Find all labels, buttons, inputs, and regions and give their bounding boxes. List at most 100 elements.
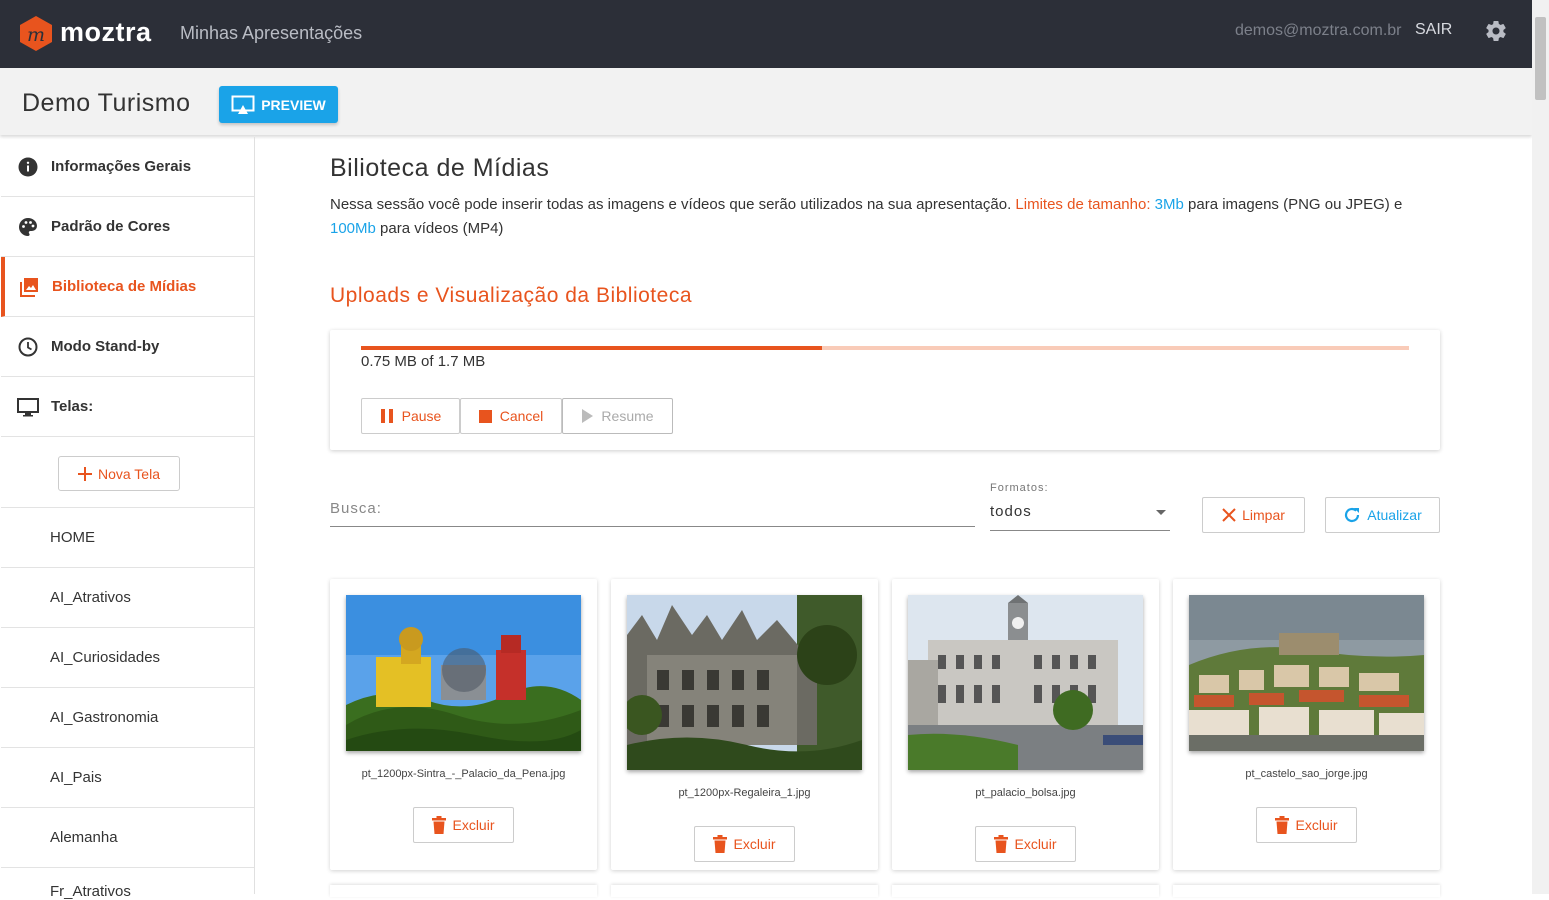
svg-text:m: m [27, 24, 45, 46]
media-filename: pt_castelo_sao_jorge.jpg [1245, 768, 1368, 780]
pause-button[interactable]: Pause [361, 398, 460, 434]
delete-media-button[interactable]: Excluir [975, 826, 1076, 862]
sidebar-item-general-info[interactable]: Informações Gerais [1, 137, 254, 197]
trash-icon [994, 835, 1009, 853]
new-screen-button[interactable]: Nova Tela [58, 456, 180, 491]
desc-text: Nessa sessão você pode inserir todas as … [330, 196, 1016, 213]
sidebar-screen-item[interactable]: AI_Atrativos [1, 568, 254, 628]
upload-panel: 0.75 MB of 1.7 MB Pause Cancel Resume [330, 330, 1440, 450]
delete-label: Excluir [733, 836, 776, 852]
sidebar-screen-item[interactable]: AI_Gastronomia [1, 688, 254, 748]
project-title: Demo Turismo [22, 89, 191, 117]
format-label: Formatos: [990, 482, 1049, 494]
sidebar-item-media-library[interactable]: Biblioteca de Mídias [1, 257, 254, 317]
brand-name[interactable]: moztra [60, 17, 152, 48]
upload-progress-bar [361, 346, 1409, 350]
media-thumbnail[interactable] [1189, 595, 1424, 751]
media-card: pt_castelo_sao_jorge.jpg Excluir [1173, 579, 1440, 870]
logout-button[interactable]: SAIR [1415, 21, 1452, 39]
delete-media-button[interactable]: Excluir [413, 807, 514, 843]
media-card [611, 885, 878, 897]
sidebar-screen-item[interactable]: Fr_Atrativos [1, 868, 254, 900]
format-select-underline [990, 530, 1170, 531]
resume-button[interactable]: Resume [562, 398, 673, 434]
clear-filters-button[interactable]: Limpar [1202, 497, 1305, 533]
delete-media-button[interactable]: Excluir [694, 826, 795, 862]
delete-label: Excluir [1295, 817, 1338, 833]
new-screen-label: Nova Tela [97, 465, 160, 482]
media-thumbnail[interactable] [627, 595, 862, 770]
upload-progress-fill [361, 346, 823, 350]
refresh-button[interactable]: Atualizar [1325, 497, 1440, 533]
trash-icon [1275, 816, 1290, 834]
sidebar-item-label: Modo Stand-by [51, 338, 160, 355]
delete-media-button[interactable]: Excluir [1256, 807, 1357, 843]
media-card: pt_1200px-Regaleira_1.jpg Excluir [611, 579, 878, 870]
media-filename: pt_1200px-Sintra_-_Palacio_da_Pena.jpg [361, 768, 566, 780]
trash-icon [432, 816, 447, 834]
pause-label: Pause [401, 408, 442, 424]
clear-label: Limpar [1242, 507, 1285, 523]
media-card [892, 885, 1159, 897]
sidebar-screen-item[interactable]: AI_Pais [1, 748, 254, 808]
desc-video-limit: 100Mb [330, 220, 376, 237]
cancel-label: Cancel [499, 408, 544, 424]
delete-label: Excluir [1014, 836, 1057, 852]
refresh-icon [1345, 507, 1360, 523]
cancel-upload-button[interactable]: Cancel [460, 398, 562, 434]
page-description: Nessa sessão você pode inserir todas as … [330, 193, 1445, 241]
user-email: demos@moztra.com.br [1235, 22, 1402, 39]
nav-my-presentations[interactable]: Minhas Apresentações [180, 23, 362, 44]
project-header: Demo Turismo PREVIEW [0, 68, 1532, 135]
sidebar-item-label: Telas: [51, 398, 94, 415]
delete-label: Excluir [452, 817, 495, 833]
desc-limits-label: Limites de tamanho: [1015, 196, 1155, 213]
media-card [330, 885, 597, 897]
sidebar-item-label: Informações Gerais [51, 158, 192, 175]
info-icon [17, 156, 39, 178]
chevron-down-icon[interactable] [1156, 510, 1166, 515]
media-thumbnail[interactable] [908, 595, 1143, 770]
new-screen-area: Nova Tela [1, 438, 254, 508]
sidebar-item-color-pattern[interactable]: Padrão de Cores [1, 197, 254, 257]
refresh-label: Atualizar [1367, 507, 1422, 523]
top-bar: m moztra Minhas Apresentações demos@mozt… [0, 0, 1532, 68]
media-card: pt_1200px-Sintra_-_Palacio_da_Pena.jpg E… [330, 579, 597, 870]
pause-icon [380, 409, 393, 423]
media-card: pt_palacio_bolsa.jpg Excluir [892, 579, 1159, 870]
clock-icon [17, 336, 39, 358]
search-label: Busca: [330, 500, 382, 517]
desc-image-limit: 3Mb [1154, 196, 1184, 213]
media-thumbnail[interactable] [346, 595, 581, 751]
preview-label: PREVIEW [261, 96, 326, 113]
monitor-icon [17, 396, 39, 418]
page-scrollbar[interactable] [1532, 0, 1549, 894]
gear-icon[interactable] [1484, 19, 1508, 43]
sidebar-item-standby[interactable]: Modo Stand-by [1, 317, 254, 377]
play-icon [582, 409, 594, 423]
upload-progress-text: 0.75 MB of 1.7 MB [361, 353, 486, 370]
trash-icon [713, 835, 728, 853]
sidebar-screen-item[interactable]: HOME [1, 508, 254, 568]
media-filename: pt_palacio_bolsa.jpg [975, 787, 1076, 799]
preview-button[interactable]: PREVIEW [219, 86, 338, 123]
cast-screen-icon [231, 95, 255, 114]
sidebar-item-screens[interactable]: Telas: [1, 377, 254, 437]
moztra-logo-icon[interactable]: m [19, 16, 53, 51]
media-filename: pt_1200px-Regaleira_1.jpg [678, 787, 811, 799]
sidebar-screen-item[interactable]: Alemanha [1, 808, 254, 868]
format-select[interactable]: todos [990, 503, 1032, 520]
plus-icon [77, 466, 92, 481]
desc-text: para vídeos (MP4) [375, 220, 504, 237]
search-input[interactable] [330, 526, 975, 527]
sidebar-item-label: Biblioteca de Mídias [52, 278, 197, 295]
media-card [1173, 885, 1440, 897]
stop-icon [478, 409, 492, 423]
sidebar-screen-item[interactable]: AI_Curiosidades [1, 628, 254, 688]
close-icon [1222, 508, 1236, 522]
page-title: Bilioteca de Mídias [330, 154, 550, 182]
section-title: Uploads e Visualização da Biblioteca [330, 284, 692, 307]
scrollbar-thumb[interactable] [1535, 17, 1546, 100]
palette-icon [17, 216, 39, 238]
sidebar-item-label: Padrão de Cores [51, 218, 171, 235]
